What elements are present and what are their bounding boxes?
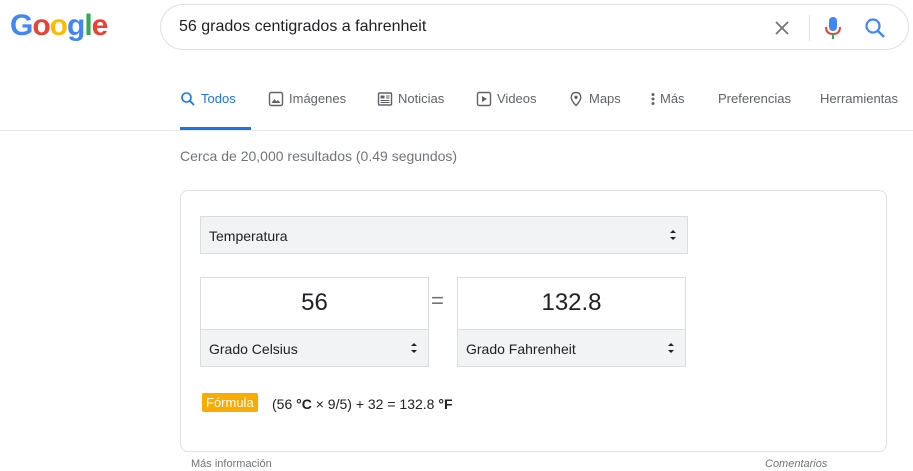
logo-letter-e: e: [91, 9, 109, 42]
tabs-divider: [0, 130, 913, 131]
logo-letter-o2: o: [49, 9, 68, 42]
search-input[interactable]: [179, 15, 739, 39]
tab-label: Noticias: [398, 91, 445, 106]
tab-label: Imágenes: [289, 91, 347, 106]
tab-herramientas[interactable]: Herramientas: [820, 91, 898, 129]
logo-letter-g2: g: [67, 9, 85, 42]
formula-text: (56 °C × 9/5) + 32 = 132.8 °F: [272, 396, 453, 412]
tab-label: Maps: [589, 91, 621, 106]
formula-badge: Fórmula: [202, 393, 258, 412]
tab-label: Videos: [497, 91, 537, 106]
image-icon: [268, 91, 284, 107]
feedback-link[interactable]: Comentarios: [765, 458, 827, 470]
tab-videos[interactable]: Videos: [476, 91, 537, 129]
to-unit-label: Grado Fahrenheit: [466, 341, 576, 357]
search-divider: [809, 15, 810, 41]
search-box: [160, 4, 909, 50]
category-select[interactable]: Temperatura: [200, 216, 688, 254]
formula-part: (56: [272, 396, 297, 412]
microphone-icon[interactable]: [824, 16, 842, 40]
tab-maps[interactable]: Maps: [568, 91, 621, 129]
tab-preferencias[interactable]: Preferencias: [718, 91, 791, 129]
tab-imagenes[interactable]: Imágenes: [268, 91, 346, 129]
from-value-input[interactable]: 56: [200, 277, 429, 329]
select-arrows-icon: [670, 230, 676, 240]
unit-converter-card: Temperatura 56 Grado Celsius = 132.8 Gra…: [180, 190, 887, 452]
select-arrows-icon: [411, 343, 417, 353]
google-logo[interactable]: Google: [10, 8, 109, 44]
tab-label: Herramientas: [820, 91, 899, 106]
from-unit-select[interactable]: Grado Celsius: [200, 329, 429, 367]
category-label: Temperatura: [209, 228, 288, 244]
search-icon[interactable]: [863, 16, 887, 40]
logo-letter-l: l: [84, 9, 92, 42]
search-icon: [181, 92, 195, 106]
video-icon: [476, 91, 492, 107]
to-value-input[interactable]: 132.8: [457, 277, 686, 329]
tab-label: Preferencias: [718, 91, 791, 106]
formula-unit-fahrenheit: °F: [438, 396, 453, 412]
news-icon: [377, 92, 393, 106]
tab-label: Todos: [201, 91, 236, 106]
logo-letter-g: G: [10, 9, 33, 42]
more-info-link[interactable]: Más información: [191, 458, 272, 470]
tab-mas[interactable]: Más: [649, 91, 685, 129]
logo-letter-o1: o: [32, 9, 50, 42]
tab-label: Más: [660, 91, 685, 106]
formula-unit-celsius: °C: [296, 396, 312, 412]
clear-icon[interactable]: [772, 18, 792, 38]
tab-todos[interactable]: Todos: [180, 91, 236, 129]
equals-sign: =: [431, 288, 444, 313]
to-unit-select[interactable]: Grado Fahrenheit: [457, 329, 686, 367]
select-arrows-icon: [668, 343, 674, 353]
more-vert-icon: [651, 93, 655, 105]
tab-noticias[interactable]: Noticias: [377, 91, 444, 129]
result-stats: Cerca de 20,000 resultados (0.49 segundo…: [180, 148, 458, 164]
map-pin-icon: [570, 91, 582, 107]
from-unit-label: Grado Celsius: [209, 341, 298, 357]
formula-part: × 9/5) + 32 = 132.8: [311, 396, 439, 412]
